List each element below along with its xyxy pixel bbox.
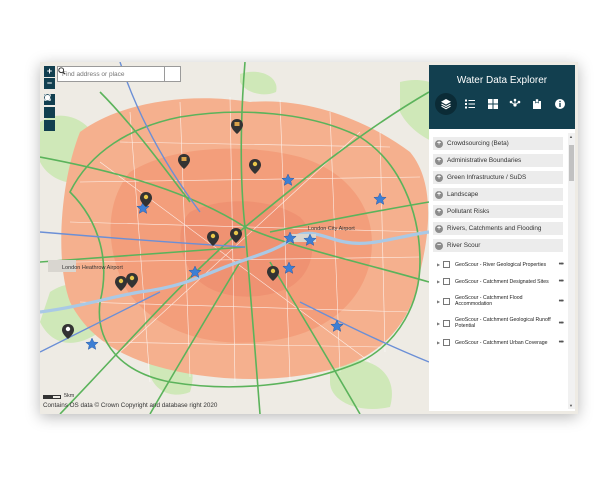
layer-checkbox[interactable] xyxy=(443,297,450,305)
scroll-down-icon[interactable]: ▼ xyxy=(569,403,573,408)
info-icon xyxy=(554,99,565,109)
search-box xyxy=(57,66,181,82)
category-label: Green Infrastructure / SuDS xyxy=(447,174,527,181)
expand-icon: + xyxy=(435,139,443,148)
collapse-icon: − xyxy=(435,241,443,250)
panel-tabs xyxy=(429,89,575,115)
locate-button[interactable] xyxy=(44,94,55,118)
layer-item: ▶ GeoScour - Catchment Flood Accommodatio… xyxy=(437,290,564,312)
category-label: Rivers, Catchments and Flooding xyxy=(447,225,542,232)
zoom-in-button[interactable]: + xyxy=(44,66,55,77)
expand-icon: + xyxy=(435,190,443,199)
category-label: Administrative Boundaries xyxy=(447,157,522,164)
map-tool-controls xyxy=(44,94,55,131)
search-input[interactable] xyxy=(58,67,164,81)
tab-info[interactable] xyxy=(551,95,569,113)
layers-icon xyxy=(441,99,452,110)
layer-item: ▶ GeoScour - Catchment Urban Coverage ••• xyxy=(437,334,564,351)
expand-icon: + xyxy=(435,156,443,165)
zoom-out-button[interactable]: − xyxy=(44,78,55,89)
layer-checkbox[interactable] xyxy=(443,261,450,268)
list-icon xyxy=(465,99,476,109)
fullscreen-button[interactable] xyxy=(44,94,55,131)
search-button[interactable] xyxy=(58,67,180,81)
layer-label: GeoScour - Catchment Urban Coverage xyxy=(455,339,548,346)
layer-label: GeoScour - Catchment Geological Runoff P… xyxy=(455,317,551,329)
category-rivers-catchments-flooding[interactable]: + Rivers, Catchments and Flooding xyxy=(433,222,563,235)
scroll-up-icon[interactable]: ▲ xyxy=(569,134,573,139)
tab-list[interactable] xyxy=(461,95,479,113)
panel-title: Water Data Explorer xyxy=(456,75,548,86)
share-icon xyxy=(509,98,521,107)
layer-label: GeoScour - Catchment Designated Sites xyxy=(455,278,549,285)
map-window: London City Airport London Heathrow Airp… xyxy=(40,62,578,414)
scale-label: 5km xyxy=(64,393,75,399)
layers-panel: Water Data Explorer + Crowdsourcing (Bet… xyxy=(429,65,575,411)
search-icon xyxy=(58,67,66,75)
more-options-button[interactable]: ••• xyxy=(553,320,564,327)
category-pollutant-risks[interactable]: + Pollutant Risks xyxy=(433,205,563,218)
category-label: Pollutant Risks xyxy=(447,208,490,215)
layer-label: GeoScour - Catchment Flood Accommodation xyxy=(455,295,523,307)
tab-share[interactable] xyxy=(506,95,524,113)
layer-item: ▶ GeoScour - Catchment Geological Runoff … xyxy=(437,312,564,334)
layer-label: GeoScour - River Geological Properties xyxy=(455,261,547,268)
fullscreen-icon xyxy=(44,94,51,101)
layer-checkbox[interactable] xyxy=(443,278,450,285)
category-green-infrastructure[interactable]: + Green Infrastructure / SuDS xyxy=(433,171,563,184)
scale-bar: 5km xyxy=(43,393,79,399)
layer-checkbox[interactable] xyxy=(443,339,450,346)
category-label: Crowdsourcing (Beta) xyxy=(447,140,509,147)
layer-list: + Crowdsourcing (Beta) + Administrative Bo… xyxy=(429,133,567,409)
category-crowdsourcing[interactable]: + Crowdsourcing (Beta) xyxy=(433,137,563,150)
zoom-controls: + − xyxy=(44,66,55,89)
map-attribution: Contains OS data © Crown Copyright and d… xyxy=(43,402,218,409)
more-options-button[interactable]: ••• xyxy=(553,261,564,268)
tab-layers[interactable] xyxy=(435,93,458,115)
more-options-button[interactable]: ••• xyxy=(553,278,564,285)
map-label-london-city-airport: London City Airport xyxy=(308,226,355,232)
layer-checkbox[interactable] xyxy=(443,319,450,327)
expand-icon: + xyxy=(435,173,443,182)
expand-icon: + xyxy=(435,207,443,216)
bookmark-icon xyxy=(533,98,542,109)
tab-bookmark[interactable] xyxy=(528,95,546,113)
category-label: Landscape xyxy=(447,191,479,198)
scrollbar-thumb[interactable] xyxy=(569,145,574,181)
panel-scrollbar[interactable]: ▲ ▼ xyxy=(568,133,575,409)
panel-header: Water Data Explorer xyxy=(429,65,575,129)
map-label-heathrow: London Heathrow Airport xyxy=(62,265,123,271)
scale-segment xyxy=(43,395,52,399)
category-river-scour[interactable]: − River Scour xyxy=(433,239,563,252)
layer-item: ▶ GeoScour - Catchment Designated Sites ••… xyxy=(437,273,564,290)
category-administrative-boundaries[interactable]: + Administrative Boundaries xyxy=(433,154,563,167)
more-options-button[interactable]: ••• xyxy=(553,339,564,346)
more-options-button[interactable]: ••• xyxy=(553,298,564,305)
scale-segment xyxy=(52,395,61,399)
expand-icon: + xyxy=(435,224,443,233)
tab-grid[interactable] xyxy=(484,95,502,113)
layer-item: ▶ GeoScour - River Geological Properties •… xyxy=(437,256,564,273)
category-label: River Scour xyxy=(447,242,481,249)
category-landscape[interactable]: + Landscape xyxy=(433,188,563,201)
grid-icon xyxy=(487,99,498,109)
